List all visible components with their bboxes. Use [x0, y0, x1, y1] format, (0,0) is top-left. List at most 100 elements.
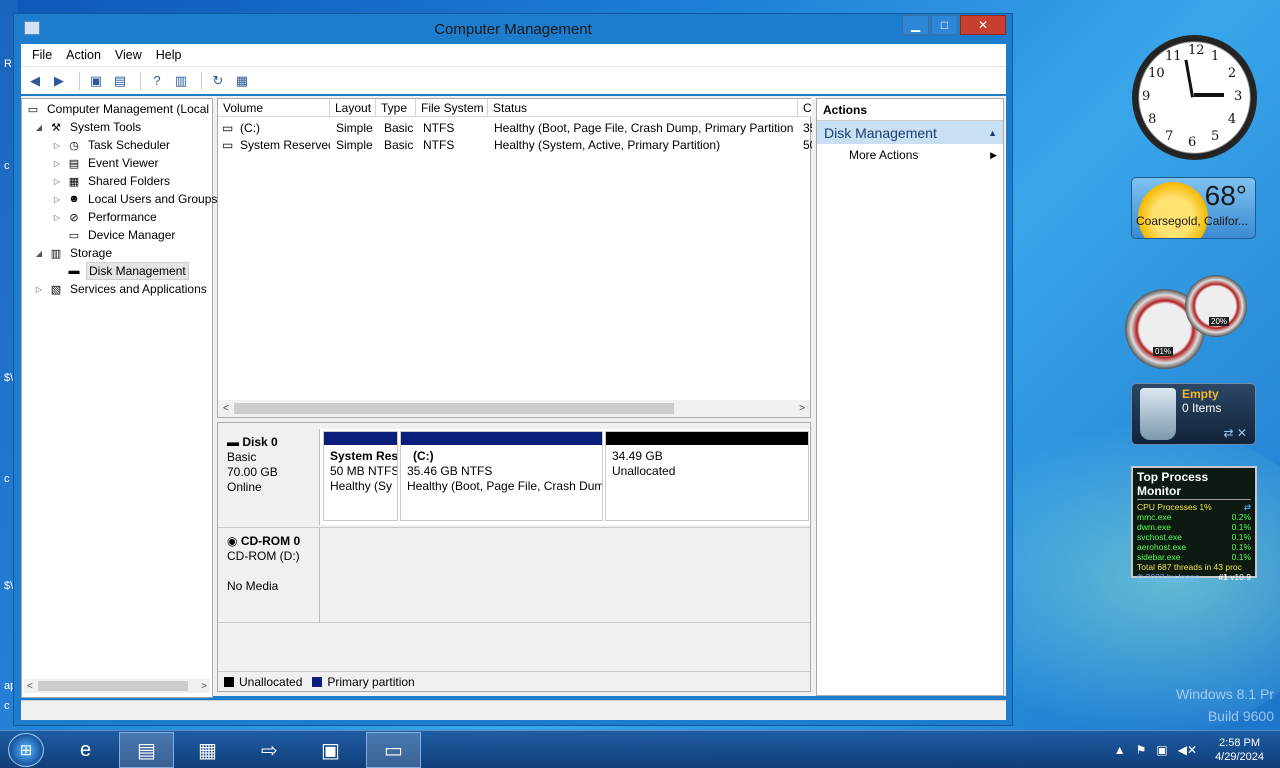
volume-cell-layout[interactable]: Simple: [336, 119, 376, 136]
maximize-button[interactable]: □: [931, 15, 958, 35]
menu-view[interactable]: View: [108, 48, 149, 62]
volume-cell-status[interactable]: Healthy (Boot, Page File, Crash Dump, Pr…: [494, 119, 794, 136]
network-icon[interactable]: ▣: [1156, 743, 1167, 757]
tree-horizontal-scrollbar[interactable]: < >: [24, 679, 210, 693]
col-volume[interactable]: Volume: [218, 99, 330, 117]
show-hidden-icons-icon[interactable]: ▲: [1114, 743, 1126, 757]
col-layout[interactable]: Layout: [330, 99, 376, 117]
tree-expander-icon[interactable]: ▷: [52, 195, 62, 204]
volume-muted-icon[interactable]: ◀✕: [1178, 743, 1197, 757]
start-button[interactable]: ⊞: [8, 733, 44, 767]
minimize-button[interactable]: ▁: [902, 15, 929, 35]
procmon-author-link[interactable]: © 2023 by Igogo: [1137, 572, 1200, 582]
volume-cell-volume[interactable]: System Reserved: [240, 136, 330, 153]
tree-item-device-manager[interactable]: ▭ Device Manager: [52, 226, 177, 244]
volume-cell-type[interactable]: Basic: [384, 119, 416, 136]
disk-0-label[interactable]: ▬ Disk 0 Basic 70.00 GB Online: [218, 429, 320, 525]
desktop-icon-label-fragment[interactable]: $\: [4, 372, 13, 384]
tree-expander-icon[interactable]: ◢: [34, 249, 44, 258]
refresh-icon[interactable]: ⇄: [1244, 502, 1251, 512]
cdrom-0-row[interactable]: ◉ CD-ROM 0 CD-ROM (D:) No Media: [218, 527, 810, 623]
disk-0-row[interactable]: ▬ Disk 0 Basic 70.00 GB Online System Re…: [218, 429, 810, 525]
file-explorer-icon[interactable]: ▤: [119, 732, 174, 768]
export-list-icon[interactable]: ▦: [232, 71, 252, 91]
actions-disk-management-section[interactable]: Disk Management ▲: [817, 121, 1003, 144]
scroll-right-icon[interactable]: >: [799, 403, 805, 414]
partition-unallocated[interactable]: 34.49 GB Unallocated: [605, 431, 809, 521]
menu-file[interactable]: File: [25, 48, 59, 62]
scroll-right-icon[interactable]: >: [201, 681, 207, 692]
control-panel-icon[interactable]: ▣: [303, 732, 358, 768]
tree-item-disk-management[interactable]: ▬ Disk Management: [52, 262, 189, 280]
desktop-icon-label-fragment[interactable]: R: [4, 58, 12, 70]
tree-item-services-and-applications[interactable]: ▷ ▧ Services and Applications: [34, 280, 209, 298]
folder-up-icon[interactable]: ▣: [86, 71, 106, 91]
tree-expander-icon[interactable]: ▷: [52, 159, 62, 168]
partition-system-reserved[interactable]: System Res 50 MB NTFS Healthy (Sy: [323, 431, 398, 521]
scroll-left-icon[interactable]: <: [223, 403, 229, 414]
tree-root[interactable]: ▭ Computer Management (Local: [25, 100, 211, 118]
scroll-thumb[interactable]: [38, 681, 188, 691]
desktop-icon-label-fragment[interactable]: $\: [4, 580, 13, 592]
col-status[interactable]: Status: [488, 99, 798, 117]
remote-app-icon[interactable]: ⇨: [242, 732, 297, 768]
menu-action[interactable]: Action: [59, 48, 108, 62]
col-type[interactable]: Type: [376, 99, 416, 117]
recycle-bin-icon: [1140, 388, 1176, 440]
cdrom-0-label[interactable]: ◉ CD-ROM 0 CD-ROM (D:) No Media: [218, 528, 320, 622]
tree-item-local-users-and-groups[interactable]: ▷ ☻ Local Users and Groups: [52, 190, 219, 208]
close-button[interactable]: ✕: [960, 15, 1006, 35]
recycle-actions-icon[interactable]: ⇄ ✕: [1224, 426, 1247, 440]
cpu-meter-gadget[interactable]: 01% 20%: [1125, 275, 1251, 369]
col-filesystem[interactable]: File System: [416, 99, 488, 117]
volume-list-horizontal-scrollbar[interactable]: < >: [218, 400, 810, 417]
volume-cell-c[interactable]: 35: [803, 119, 812, 136]
volume-cell-fs[interactable]: NTFS: [423, 136, 487, 153]
recycle-bin-status: Empty: [1182, 387, 1219, 401]
help-icon[interactable]: ?: [147, 71, 167, 91]
partition-c[interactable]: (C:) 35.46 GB NTFS Healthy (Boot, Page F…: [400, 431, 603, 521]
volume-cell-volume[interactable]: (C:): [240, 119, 330, 136]
tree-item-task-scheduler[interactable]: ▷ ◷ Task Scheduler: [52, 136, 172, 154]
volume-cell-c[interactable]: 50: [803, 136, 812, 153]
col-capacity[interactable]: C: [798, 99, 812, 117]
show-hide-tree-icon[interactable]: ▤: [110, 71, 130, 91]
tree-expander-icon[interactable]: ▷: [52, 177, 62, 186]
weather-gadget[interactable]: 68° Coarsegold, Califor...: [1131, 177, 1256, 239]
console-icon[interactable]: ▥: [171, 71, 191, 91]
forward-arrow-icon[interactable]: ▶: [49, 71, 69, 91]
volume-cell-fs[interactable]: NTFS: [423, 119, 487, 136]
clock-gadget[interactable]: 12 1 2 3 4 5 6 7 8 9 10 11: [1132, 35, 1257, 160]
tree-expander-icon[interactable]: ▷: [52, 213, 62, 222]
taskbar-clock[interactable]: 2:58 PM 4/29/2024: [1215, 736, 1264, 764]
tree-expander-icon[interactable]: ▷: [52, 141, 62, 150]
top-process-monitor-gadget[interactable]: Top Process Monitor CPU Processes 1% ⇄ mm…: [1131, 466, 1257, 582]
refresh-icon[interactable]: ↻: [208, 71, 228, 91]
back-arrow-icon[interactable]: ◀: [25, 71, 45, 91]
action-center-flag-icon[interactable]: ⚑: [1136, 743, 1147, 757]
desktop-icon-label-fragment[interactable]: c: [4, 160, 10, 172]
tree-expander-icon[interactable]: ▷: [34, 285, 44, 294]
tree-item-performance[interactable]: ▷ ⊘ Performance: [52, 208, 159, 226]
desktop-icon-label-fragment[interactable]: c: [4, 473, 10, 485]
tree-item-shared-folders[interactable]: ▷ ▦ Shared Folders: [52, 172, 172, 190]
computer-management-taskbar-icon[interactable]: ▭: [366, 732, 421, 768]
volume-cell-type[interactable]: Basic: [384, 136, 416, 153]
more-actions-item[interactable]: More Actions ▶: [817, 144, 1003, 166]
tree-expander-icon[interactable]: ◢: [34, 123, 44, 132]
collapse-caret-icon[interactable]: ▲: [988, 128, 997, 138]
recycle-bin-gadget[interactable]: Empty 0 Items ⇄ ✕: [1131, 383, 1256, 445]
scroll-left-icon[interactable]: <: [27, 681, 33, 692]
menu-help[interactable]: Help: [149, 48, 189, 62]
title-bar[interactable]: Computer Management ▁ □ ✕: [14, 14, 1012, 44]
volume-cell-layout[interactable]: Simple: [336, 136, 376, 153]
scroll-thumb[interactable]: [234, 403, 674, 414]
tree-item-event-viewer[interactable]: ▷ ▤ Event Viewer: [52, 154, 160, 172]
app-icon[interactable]: [24, 21, 40, 35]
tree-item-system-tools[interactable]: ◢ ⚒ System Tools: [34, 118, 143, 136]
desktop-icon-label-fragment[interactable]: c: [4, 700, 10, 712]
store-icon[interactable]: ▦: [180, 732, 235, 768]
tree-item-storage[interactable]: ◢ ▥ Storage: [34, 244, 114, 262]
internet-explorer-icon[interactable]: e: [58, 732, 113, 768]
volume-cell-status[interactable]: Healthy (System, Active, Primary Partiti…: [494, 136, 794, 153]
